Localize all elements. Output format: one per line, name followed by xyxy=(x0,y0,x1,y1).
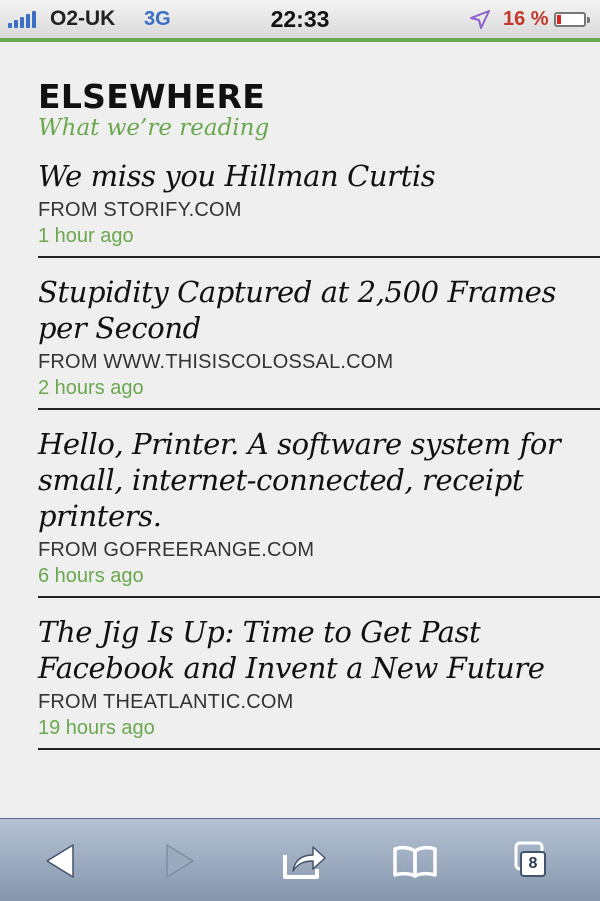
article-item[interactable]: The Jig Is Up: Time to Get Past Facebook… xyxy=(38,598,600,750)
page-content: ELSEWHERE What we’re reading We miss you… xyxy=(38,42,600,750)
browser-toolbar: 8 xyxy=(0,818,600,901)
tabs-count-badge: 8 xyxy=(520,851,546,877)
share-button[interactable] xyxy=(280,839,330,883)
article-time: 6 hours ago xyxy=(38,565,144,587)
back-button[interactable] xyxy=(35,839,85,883)
article-time: 1 hour ago xyxy=(38,225,134,247)
article-source: FROM WWW.THISISCOLOSSAL.COM xyxy=(38,351,394,373)
battery-percent: 16 % xyxy=(503,8,549,30)
battery-icon xyxy=(554,12,590,27)
article-source: FROM STORIFY.COM xyxy=(38,199,242,221)
section-title: ELSEWHERE xyxy=(38,77,266,116)
article-title[interactable]: Stupidity Captured at 2,500 Frames per S… xyxy=(38,274,600,346)
article-item[interactable]: Hello, Printer. A software system for sm… xyxy=(38,410,600,598)
article-title[interactable]: The Jig Is Up: Time to Get Past Facebook… xyxy=(38,614,600,686)
tabs-button[interactable]: 8 xyxy=(510,839,560,883)
bookmarks-icon xyxy=(393,845,437,878)
article-time: 19 hours ago xyxy=(38,717,155,739)
status-bar: O2-UK 3G 22:33 16 % xyxy=(0,0,600,38)
back-arrow-icon xyxy=(46,844,74,878)
forward-arrow-icon xyxy=(166,844,194,878)
forward-button[interactable] xyxy=(155,839,205,883)
article-item[interactable]: Stupidity Captured at 2,500 Frames per S… xyxy=(38,258,600,410)
article-source: FROM GOFREERANGE.COM xyxy=(38,539,315,561)
article-item[interactable]: We miss you Hillman Curtis FROM STORIFY.… xyxy=(38,142,600,258)
article-title[interactable]: We miss you Hillman Curtis xyxy=(38,158,600,194)
article-time: 2 hours ago xyxy=(38,377,144,399)
article-source: FROM THEATLANTIC.COM xyxy=(38,691,294,713)
article-title[interactable]: Hello, Printer. A software system for sm… xyxy=(38,426,600,534)
location-arrow-icon xyxy=(470,10,490,29)
share-icon xyxy=(283,846,326,879)
bookmarks-button[interactable] xyxy=(390,839,440,883)
section-subtitle: What we’re reading xyxy=(38,115,270,141)
